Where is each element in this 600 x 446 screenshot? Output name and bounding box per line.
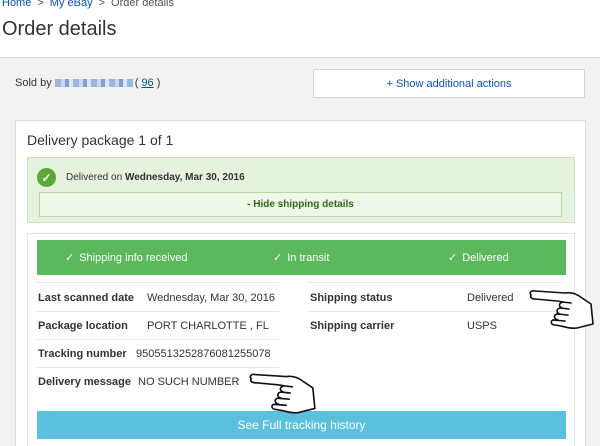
breadcrumb-current: Order details — [111, 0, 174, 9]
package-title: Delivery package 1 of 1 — [27, 132, 174, 148]
breadcrumb: Home > My eBay > Order details — [2, 0, 174, 9]
seller-name-redacted[interactable] — [54, 79, 133, 88]
breadcrumb-separator: > — [37, 0, 44, 9]
feedback-open: ( — [134, 77, 139, 89]
shipping-progress-bar: ✓ Shipping info received ✓ In transit ✓ Del… — [37, 240, 566, 275]
divider — [37, 367, 279, 368]
tracking-number-label: Tracking number — [38, 348, 127, 360]
delivered-banner: ✓ Delivered on Wednesday, Mar 30, 2016 -… — [27, 157, 575, 223]
delivery-message-label: Delivery message — [38, 376, 131, 388]
divider — [309, 282, 566, 283]
show-additional-actions-button[interactable]: + Show additional actions — [313, 69, 585, 98]
last-scanned-value: Wednesday, Mar 30, 2016 — [147, 292, 276, 304]
step-label: In transit — [287, 252, 330, 264]
feedback-close: ) — [156, 77, 161, 89]
shipping-status-label: Shipping status — [310, 292, 393, 304]
delivery-message-value: NO SUCH NUMBER — [138, 376, 240, 388]
shipping-carrier-label: Shipping carrier — [310, 320, 395, 332]
divider — [37, 311, 279, 312]
check-icon: ✓ — [448, 252, 458, 264]
step-label: Delivered — [462, 252, 509, 264]
check-circle-icon: ✓ — [37, 168, 56, 187]
breadcrumb-home-link[interactable]: Home — [2, 0, 31, 9]
progress-step-in-transit: ✓ In transit — [273, 251, 329, 264]
progress-step-shipping-info: ✓ Shipping info received — [65, 251, 187, 264]
delivered-prefix: Delivered on — [66, 172, 123, 183]
seller-prefix: Sold by — [15, 77, 52, 89]
progress-step-delivered: ✓ Delivered — [448, 251, 509, 264]
seller-info: Sold by ( 96 ) — [15, 77, 160, 89]
breadcrumb-separator: > — [98, 0, 106, 9]
pointing-hand-icon — [249, 373, 316, 414]
shipping-carrier-value: USPS — [467, 320, 497, 332]
seller-feedback-link[interactable]: 96 — [141, 77, 153, 89]
page-title: Order details — [2, 18, 117, 40]
tracking-number-value[interactable]: 9505513252876081255078 — [136, 348, 271, 360]
check-icon: ✓ — [65, 252, 75, 264]
package-location-label: Package location — [38, 320, 128, 332]
package-location-value: PORT CHARLOTTE , FL — [147, 320, 269, 332]
breadcrumb-my-ebay-link[interactable]: My eBay — [50, 0, 93, 9]
shipping-status-value: Delivered — [467, 292, 514, 304]
divider — [37, 282, 279, 283]
pointing-hand-icon — [529, 290, 594, 330]
hide-shipping-details-button[interactable]: - Hide shipping details — [39, 192, 562, 217]
check-icon: ✓ — [273, 252, 283, 264]
last-scanned-label: Last scanned date — [38, 292, 134, 304]
delivered-date: Wednesday, Mar 30, 2016 — [124, 172, 245, 183]
delivered-status-text: Delivered on Wednesday, Mar 30, 2016 — [66, 172, 245, 183]
order-panel: Sold by( 96 ) + Show additional actions … — [0, 57, 600, 446]
step-label: Shipping info received — [79, 252, 188, 264]
divider — [37, 339, 279, 340]
